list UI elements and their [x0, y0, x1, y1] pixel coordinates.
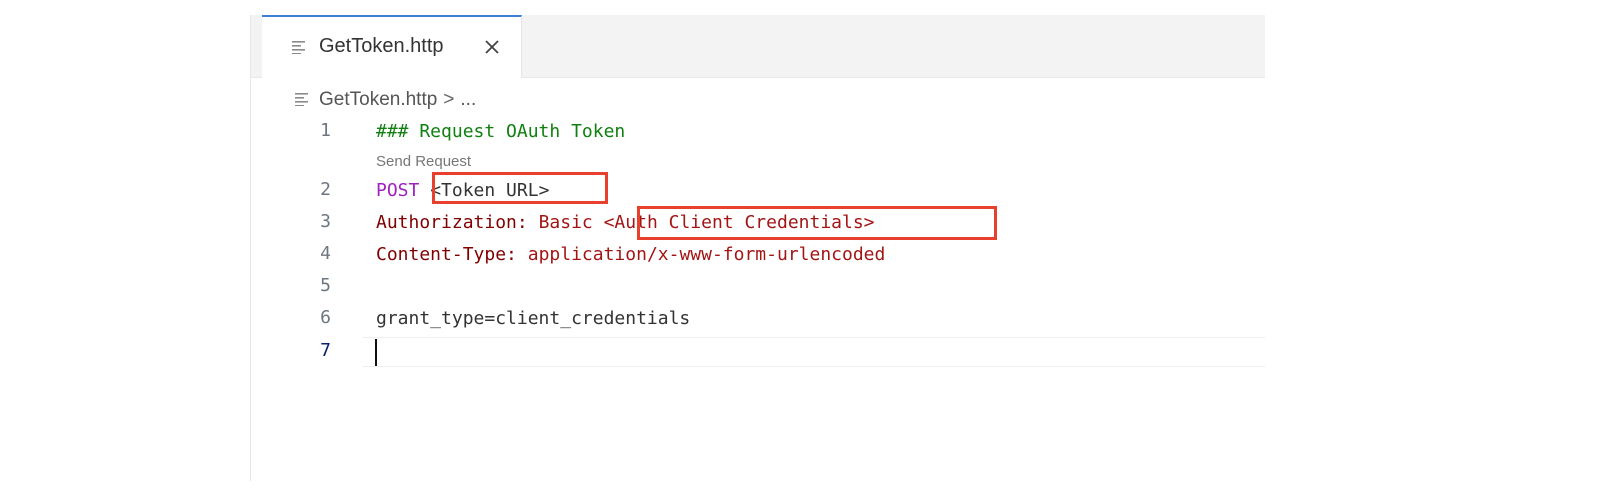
line-number: 4 [320, 243, 331, 264]
text-cursor [375, 339, 377, 366]
active-line-highlight [363, 337, 1265, 367]
header-name: Authorization: [376, 212, 528, 233]
line-number: 5 [320, 275, 331, 296]
code-line-4: Content-Type: application/x-www-form-url… [376, 243, 885, 267]
editor-window: GetToken.http GetToken.http >... 1 ### Re… [250, 15, 1265, 481]
highlight-box-auth-credentials [637, 206, 997, 240]
header-value: Basic [538, 212, 593, 233]
http-method: POST [376, 180, 420, 201]
line-number-active: 7 [320, 340, 331, 361]
header-name: Content-Type: [376, 244, 517, 265]
highlight-box-token-url [432, 172, 608, 204]
line-number: 3 [320, 211, 331, 232]
header-value: application/x-www-form-urlencoded [527, 244, 886, 265]
code-line-6: grant_type=client_credentials [376, 308, 691, 329]
line-number: 2 [320, 179, 331, 200]
line-number: 6 [320, 307, 331, 328]
send-request-codelens[interactable]: Send Request [376, 153, 471, 170]
line-number: 1 [320, 120, 331, 141]
code-line-1: ### Request OAuth Token [376, 121, 626, 142]
code-area[interactable]: 1 ### Request OAuth Token Send Request 2… [251, 15, 1265, 481]
